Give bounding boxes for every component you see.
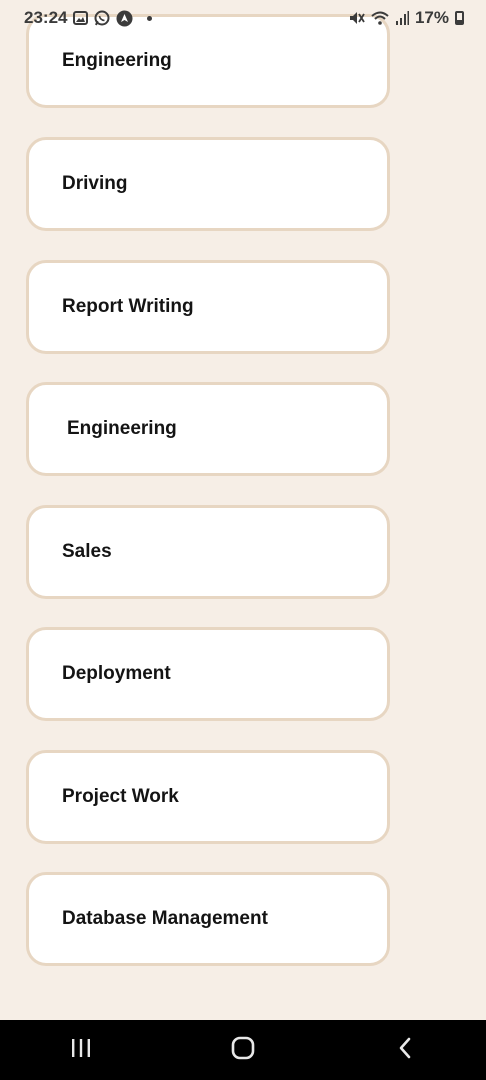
list-item-label: Driving — [62, 173, 128, 194]
list-item-label: Database Management — [62, 908, 268, 929]
list-item-deployment[interactable]: Deployment — [26, 627, 390, 721]
notification-dot — [147, 15, 153, 21]
back-button[interactable] — [375, 1025, 435, 1075]
home-button[interactable] — [213, 1025, 273, 1075]
list-item-project-work[interactable]: Project Work — [26, 750, 390, 844]
recent-apps-button[interactable] — [51, 1025, 111, 1075]
status-bar-left: 23:24 — [24, 8, 153, 28]
navigation-bar — [0, 1020, 486, 1080]
list-item-driving[interactable]: Driving — [26, 137, 390, 231]
list-item-report-writing[interactable]: Report Writing — [26, 260, 390, 354]
battery-percentage: 17% — [414, 8, 449, 27]
list-item-label: Sales — [62, 541, 112, 562]
list-item-label: Report Writing — [62, 296, 194, 317]
battery-icon — [455, 11, 464, 25]
list-item-sales[interactable]: Sales — [26, 505, 390, 599]
gallery-icon — [73, 11, 89, 25]
list-item-label: Project Work — [62, 786, 179, 807]
signal-icon — [395, 11, 409, 25]
list-item-label: Deployment — [62, 663, 171, 684]
clock: 23:24 — [24, 8, 68, 27]
wifi-icon — [371, 11, 389, 25]
whatsapp-icon — [94, 10, 110, 26]
home-icon — [230, 1035, 256, 1066]
status-bar-right: 17% — [349, 8, 464, 28]
navigation-icon — [116, 10, 133, 27]
back-icon — [396, 1036, 414, 1065]
status-bar: 23:24 17% — [0, 0, 486, 36]
mute-icon — [349, 11, 365, 25]
list-item-database-management[interactable]: Database Management — [26, 872, 390, 966]
list-item-engineering-2[interactable]: Engineering — [26, 382, 390, 476]
list-item-label: Engineering — [62, 50, 172, 71]
list-item-label: Engineering — [67, 418, 177, 439]
recent-apps-icon — [70, 1038, 92, 1063]
